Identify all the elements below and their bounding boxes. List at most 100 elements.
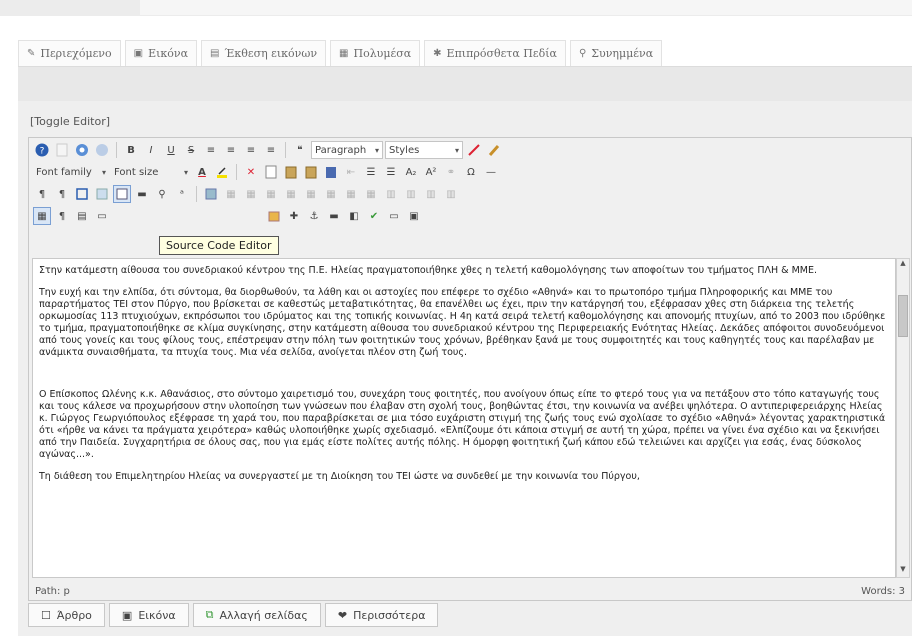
italic-icon[interactable]: I bbox=[142, 141, 160, 159]
toolbar-separator bbox=[236, 164, 237, 180]
scroll-down-icon[interactable]: ▼ bbox=[897, 565, 909, 577]
align-left-icon[interactable]: ≡ bbox=[202, 141, 220, 159]
insert-image-icon[interactable] bbox=[93, 185, 111, 203]
unlink-icon[interactable]: ⚭ bbox=[442, 163, 460, 181]
cut-icon[interactable]: ✕ bbox=[242, 163, 260, 181]
print-icon[interactable]: ▬ bbox=[133, 185, 151, 203]
insert-date-icon[interactable] bbox=[265, 207, 283, 225]
pagebreak-button[interactable]: ⧉ Αλλαγή σελίδας bbox=[192, 603, 321, 627]
toolbar-separator bbox=[285, 142, 286, 158]
tab-attachments[interactable]: ⚲ Συνημμένα bbox=[569, 40, 663, 66]
anchor-icon[interactable]: ⚓ bbox=[305, 207, 323, 225]
blockquote-icon[interactable]: ❝ bbox=[291, 141, 309, 159]
editor-content-area[interactable]: Στην κατάμεστη αίθουσα του συνεδριακού κ… bbox=[32, 258, 896, 578]
table-delete-icon[interactable]: ▦ bbox=[362, 185, 380, 203]
table-cell-icon[interactable]: ▦ bbox=[282, 185, 300, 203]
attributes-icon[interactable]: ᵃ bbox=[173, 185, 191, 203]
tab-label: Επιπρόσθετα Πεδία bbox=[446, 47, 557, 60]
unordered-list-icon[interactable]: ☰ bbox=[362, 163, 380, 181]
new-document-icon[interactable] bbox=[53, 141, 71, 159]
table-props-icon[interactable]: ▦ bbox=[342, 185, 360, 203]
superscript-icon[interactable]: A² bbox=[422, 163, 440, 181]
remove-format-icon[interactable] bbox=[465, 141, 483, 159]
format-select[interactable]: Paragraph ▾ bbox=[311, 141, 383, 159]
special-char-icon[interactable]: Ω bbox=[462, 163, 480, 181]
chevron-down-icon: ▾ bbox=[374, 145, 379, 155]
read-more-icon[interactable]: ▭ bbox=[385, 207, 403, 225]
scroll-up-icon[interactable]: ▲ bbox=[897, 259, 909, 271]
align-right-icon[interactable]: ≡ bbox=[242, 141, 260, 159]
copy-icon[interactable] bbox=[262, 163, 280, 181]
ordered-list-icon[interactable]: ☰ bbox=[382, 163, 400, 181]
content-paragraph: Στην κατάμεστη αίθουσα του συνεδριακού κ… bbox=[39, 265, 817, 276]
path-label: Path: p bbox=[35, 585, 70, 597]
search-replace-icon[interactable]: ⚲ bbox=[153, 185, 171, 203]
pagebreak-icon: ⧉ bbox=[205, 608, 214, 621]
chevron-down-icon: ▾ bbox=[101, 167, 106, 177]
fullscreen-toggle-icon[interactable]: ▣ bbox=[405, 207, 423, 225]
paste-text-icon[interactable] bbox=[302, 163, 320, 181]
font-size-select[interactable]: Font size ▾ bbox=[111, 163, 191, 181]
align-justify-icon[interactable]: ≡ bbox=[262, 141, 280, 159]
tab-multimedia[interactable]: ▦ Πολυμέσα bbox=[330, 40, 421, 66]
outdent-icon[interactable]: ⇤ bbox=[342, 163, 360, 181]
tab-extra-fields[interactable]: ✱ Επιπρόσθετα Πεδία bbox=[424, 40, 566, 66]
insert-link-icon[interactable]: ◧ bbox=[345, 207, 363, 225]
underline-icon[interactable]: U bbox=[162, 141, 180, 159]
highlight-color-icon[interactable] bbox=[213, 163, 231, 181]
table-col-after-icon[interactable]: ▥ bbox=[442, 185, 460, 203]
text-color-icon[interactable]: A bbox=[193, 163, 211, 181]
toggle-editor-link[interactable]: [Toggle Editor] bbox=[30, 115, 110, 128]
show-blocks-icon[interactable]: ¶ bbox=[53, 207, 71, 225]
spellcheck-icon[interactable]: ✔ bbox=[365, 207, 383, 225]
scroll-thumb[interactable] bbox=[898, 295, 908, 337]
tab-image[interactable]: ▣ Εικόνα bbox=[124, 40, 198, 66]
help-icon[interactable]: ? bbox=[33, 141, 51, 159]
pagebreak-icon[interactable]: ▬ bbox=[325, 207, 343, 225]
preview-icon[interactable] bbox=[73, 141, 91, 159]
horizontal-rule-icon[interactable]: — bbox=[482, 163, 500, 181]
strikethrough-icon[interactable]: S bbox=[182, 141, 200, 159]
editor-statusbar: Path: p Words: 3 bbox=[29, 582, 911, 600]
insert-media-icon[interactable]: ✚ bbox=[285, 207, 303, 225]
attachment-icon: ⚲ bbox=[578, 48, 587, 59]
source-code-tooltip: Source Code Editor bbox=[159, 236, 279, 255]
subscript-icon[interactable]: A₂ bbox=[402, 163, 420, 181]
table-row-before-icon[interactable]: ▥ bbox=[382, 185, 400, 203]
table-icon[interactable]: ▦ bbox=[222, 185, 240, 203]
tab-content[interactable]: ✎ Περιεχόμενο bbox=[18, 40, 121, 66]
editor-panel: [Toggle Editor] ? B I U S ≡ ≡ ≡ ≡ ❝ Para… bbox=[18, 66, 912, 636]
extra-fields-icon: ✱ bbox=[433, 48, 442, 59]
cleanup-icon[interactable] bbox=[485, 141, 503, 159]
styles-select[interactable]: Styles ▾ bbox=[385, 141, 463, 159]
content-scrollbar[interactable]: ▲ ▼ bbox=[896, 258, 910, 578]
more-button[interactable]: ❤ Περισσότερα bbox=[324, 603, 439, 627]
top-bar bbox=[0, 0, 912, 16]
table-split-icon[interactable]: ▦ bbox=[302, 185, 320, 203]
insert-layer-icon[interactable] bbox=[202, 185, 220, 203]
table-merge-icon[interactable]: ▦ bbox=[322, 185, 340, 203]
paste-word-icon[interactable] bbox=[322, 163, 340, 181]
paste-icon[interactable] bbox=[282, 163, 300, 181]
editor-tabs: ✎ Περιεχόμενο ▣ Εικόνα ▤ Έκθεση εικόνων ▦ Πο… bbox=[18, 40, 663, 66]
article-button[interactable]: ☐ Άρθρο bbox=[28, 603, 105, 627]
print-icon[interactable] bbox=[93, 141, 111, 159]
align-center-icon[interactable]: ≡ bbox=[222, 141, 240, 159]
tab-gallery[interactable]: ▤ Έκθεση εικόνων bbox=[201, 40, 327, 66]
font-family-select[interactable]: Font family ▾ bbox=[33, 163, 109, 181]
visual-aid-icon[interactable]: ▦ bbox=[33, 207, 51, 225]
table-row-after-icon[interactable]: ▥ bbox=[402, 185, 420, 203]
template-icon[interactable]: ▤ bbox=[73, 207, 91, 225]
bold-icon[interactable]: B bbox=[122, 141, 140, 159]
rtl-icon[interactable]: ¶ bbox=[53, 185, 71, 203]
source-code-icon[interactable] bbox=[113, 185, 131, 203]
fullscreen-icon[interactable] bbox=[73, 185, 91, 203]
image-button[interactable]: ▣ Εικόνα bbox=[108, 603, 189, 627]
non-breaking-icon[interactable]: ▭ bbox=[93, 207, 111, 225]
table-row-icon[interactable]: ▦ bbox=[242, 185, 260, 203]
table-col-icon[interactable]: ▦ bbox=[262, 185, 280, 203]
table-col-before-icon[interactable]: ▥ bbox=[422, 185, 440, 203]
toolbar-separator bbox=[116, 142, 117, 158]
ltr-icon[interactable]: ¶ bbox=[33, 185, 51, 203]
button-label: Περισσότερα bbox=[353, 608, 426, 622]
